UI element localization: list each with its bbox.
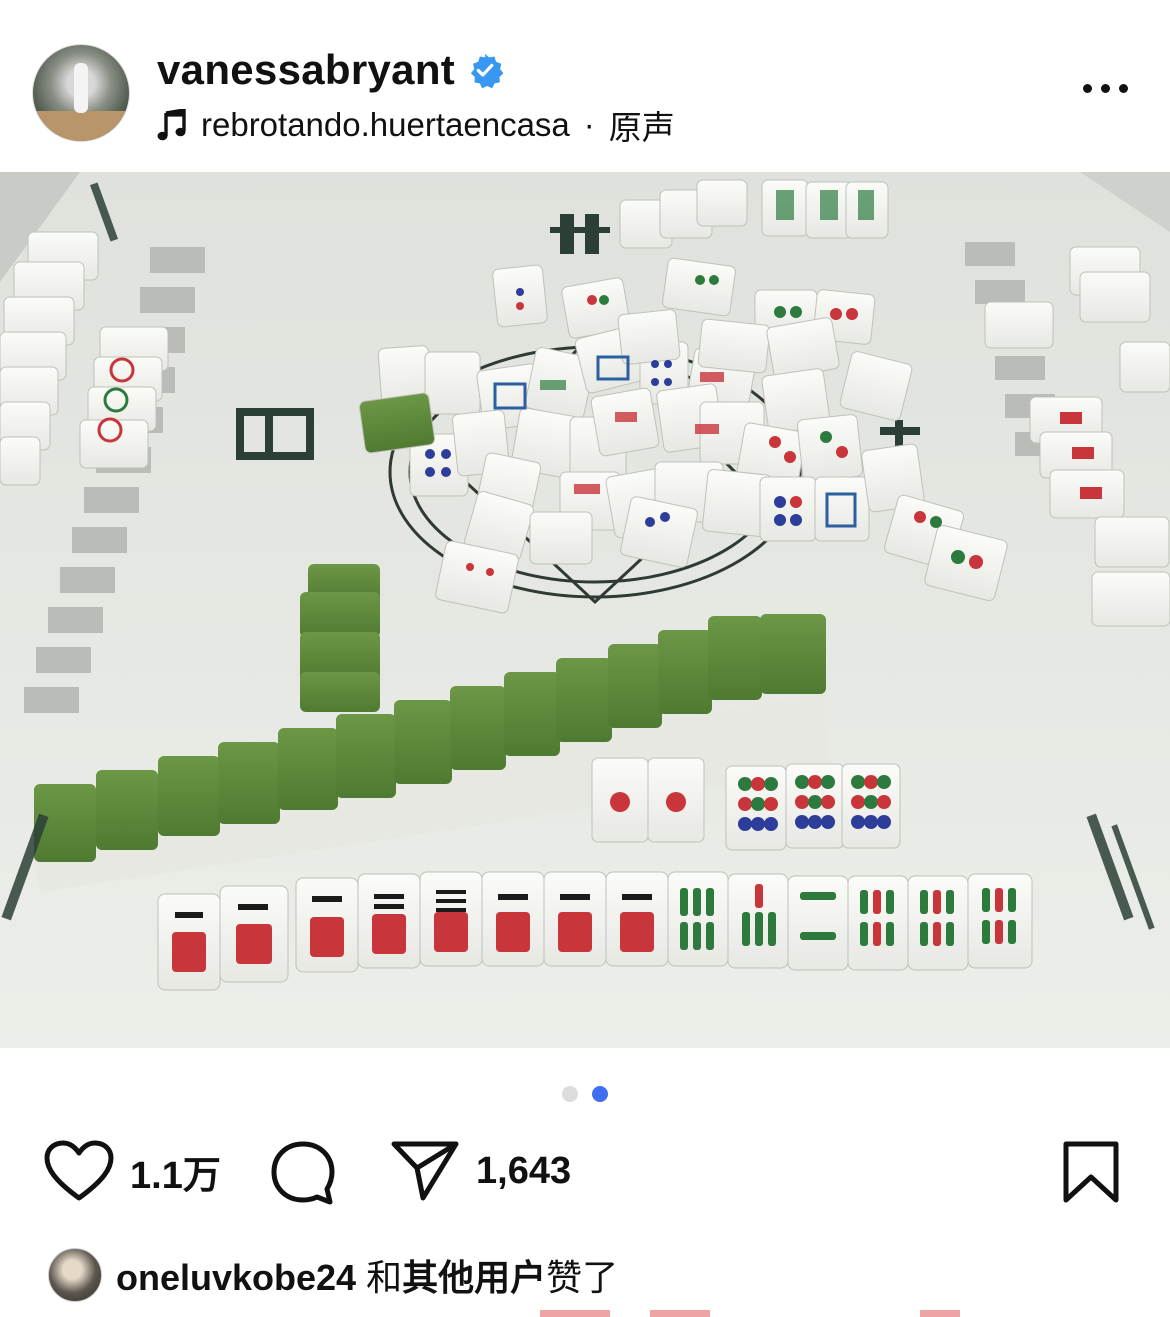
comment-icon: [271, 1141, 335, 1205]
heart-icon: [44, 1140, 114, 1201]
audio-label[interactable]: 原声: [609, 101, 675, 149]
more-dot-icon: [1083, 84, 1092, 93]
stacked-tile-backs: [300, 564, 380, 712]
liker-username[interactable]: oneluvkobe24: [116, 1257, 356, 1298]
bookmark-icon: [1063, 1141, 1119, 1203]
audio-source[interactable]: rebrotando.huertaencasa: [201, 106, 570, 144]
share-button[interactable]: 1,643: [390, 1140, 571, 1202]
more-dot-icon: [1119, 84, 1128, 93]
liked-by-row[interactable]: oneluvkobe24 和其他用户赞了: [48, 1248, 618, 1302]
post-header: vanessabryant rebrotando.huertaencasa · …: [0, 0, 1170, 172]
exposed-meld: [591, 757, 901, 851]
username-row[interactable]: vanessabryant: [157, 46, 504, 94]
like-button[interactable]: 1.1万: [44, 1140, 221, 1202]
audio-separator: ·: [583, 106, 595, 143]
action-bar: 1.1万 1,643: [0, 1140, 1170, 1220]
liked-by-others[interactable]: 其他用户: [402, 1257, 546, 1298]
save-button[interactable]: [1062, 1140, 1120, 1204]
send-icon: [391, 1141, 459, 1201]
next-content-cutoff: [0, 1306, 1170, 1317]
more-dot-icon: [1101, 84, 1110, 93]
verified-badge-icon: [470, 53, 504, 88]
comment-button[interactable]: [270, 1140, 336, 1206]
music-note-icon: [157, 109, 186, 141]
like-count[interactable]: 1.1万: [130, 1144, 221, 1199]
audio-attribution[interactable]: rebrotando.huertaencasa · 原声: [157, 101, 675, 149]
carousel-dot[interactable]: [562, 1086, 578, 1102]
liker-avatar[interactable]: [48, 1248, 102, 1302]
more-options-button[interactable]: [1083, 84, 1128, 93]
carousel-dot-active[interactable]: [592, 1086, 608, 1102]
liked-by-suffix: 赞了: [546, 1257, 619, 1298]
post-media[interactable]: [0, 172, 1170, 1048]
profile-avatar[interactable]: [32, 44, 130, 142]
mahjong-photo: [0, 172, 1170, 1048]
carousel-indicator: [562, 1086, 608, 1102]
share-count[interactable]: 1,643: [476, 1150, 571, 1193]
username[interactable]: vanessabryant: [157, 46, 455, 94]
liked-by-connector: 和: [366, 1257, 403, 1298]
